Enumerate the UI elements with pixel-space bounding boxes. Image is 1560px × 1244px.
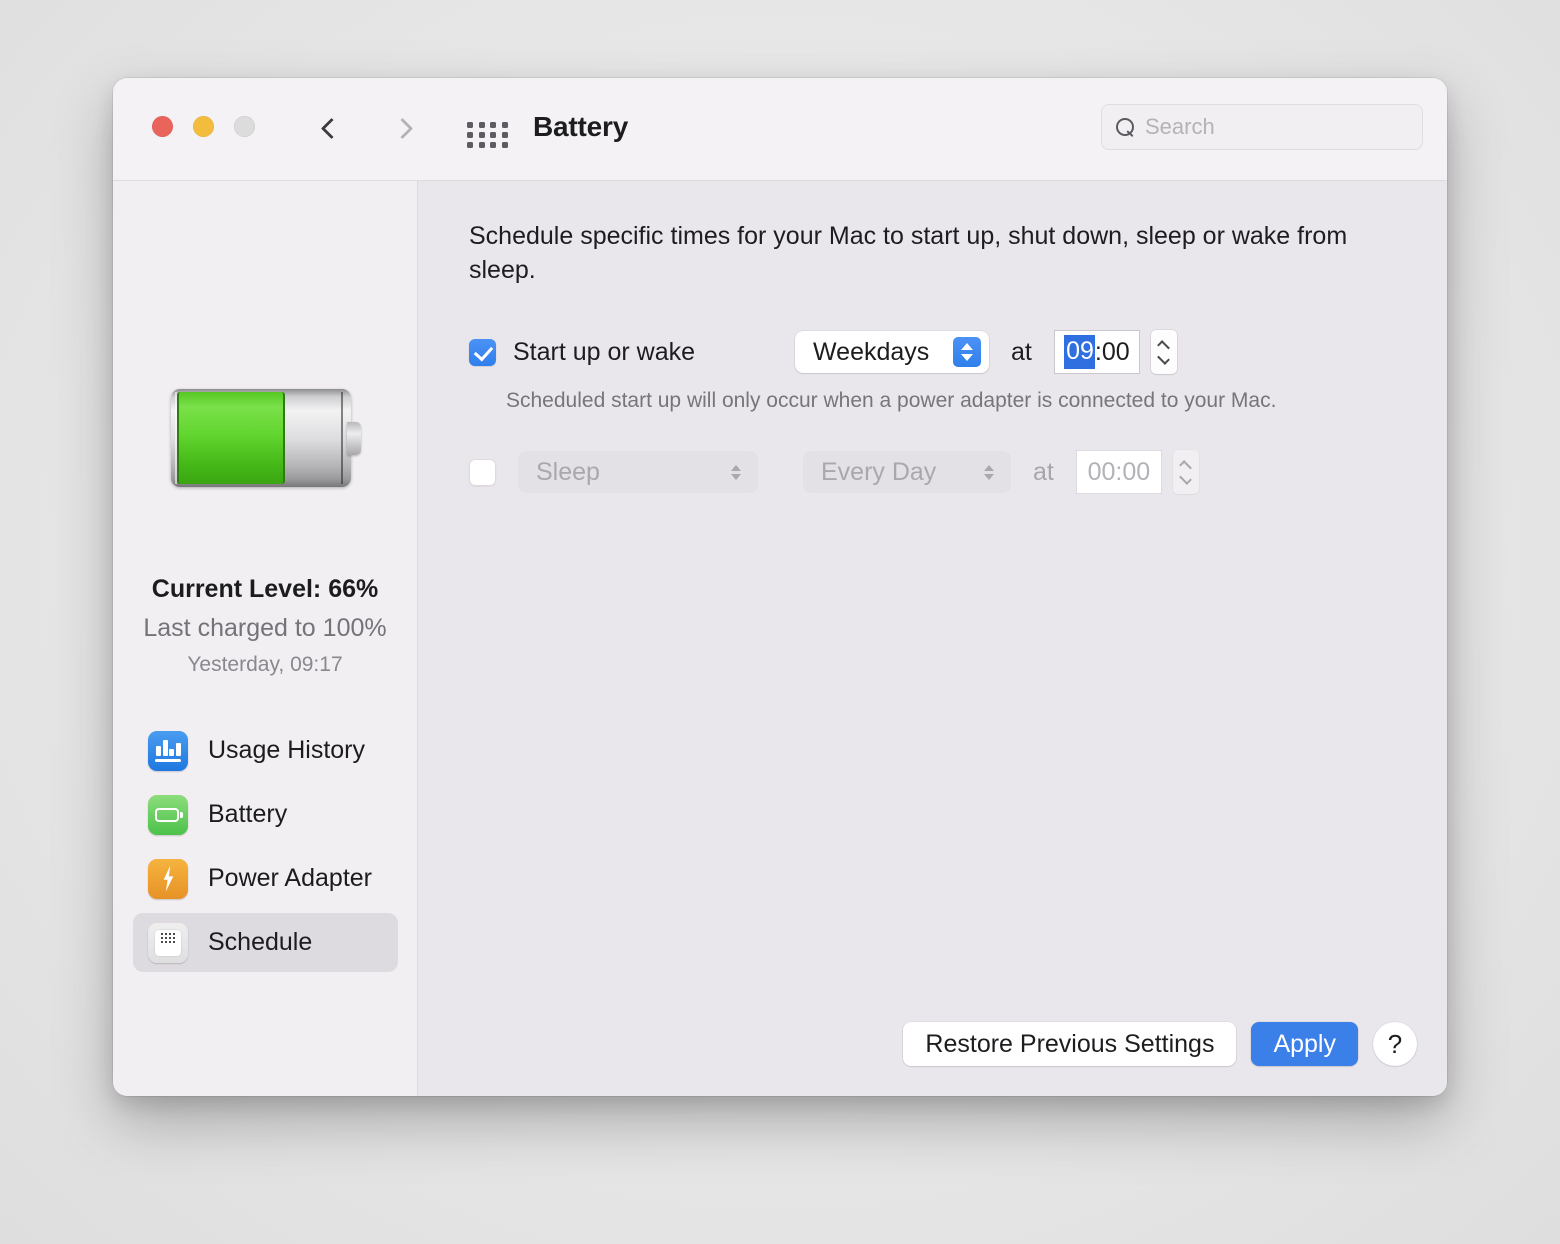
last-charged-time: Yesterday, 09:17 [113,653,417,677]
startup-hint-text: Scheduled start up will only occur when … [506,389,1276,413]
footer-actions: Restore Previous Settings Apply ? [903,1022,1417,1066]
startup-label: Start up or wake [513,338,695,367]
battery-icon [148,795,188,835]
chevron-left-icon [321,117,342,138]
forward-button[interactable] [385,106,425,150]
startup-time-stepper[interactable] [1151,330,1177,374]
sleep-time-stepper[interactable] [1173,450,1199,494]
help-button[interactable]: ? [1373,1022,1417,1066]
sleep-time-hours: 00 [1088,458,1116,487]
startup-at-label: at [1011,338,1032,367]
sidebar-item-label: Battery [208,800,287,829]
startup-day-popup[interactable]: Weekdays [795,331,989,373]
apply-button[interactable]: Apply [1251,1022,1358,1066]
sleep-time-separator: : [1115,458,1122,487]
startup-time-minutes[interactable]: 00 [1102,338,1130,367]
bolt-icon [148,859,188,899]
window-body: Current Level: 66% Last charged to 100% … [113,181,1447,1096]
traffic-lights [152,116,255,137]
battery-illustration-fill [177,392,285,484]
sidebar-item-label: Power Adapter [208,864,372,893]
sidebar-item-power-adapter[interactable]: Power Adapter [133,849,398,908]
startup-schedule-row: Start up or wake Weekdays at 09:00 [469,329,1177,375]
stepper-down-icon[interactable] [1179,472,1192,485]
battery-illustration-highlight [175,392,177,484]
sleep-day-popup[interactable]: Every Day [803,451,1011,493]
stepper-down-icon[interactable] [1158,352,1171,365]
sleep-time-minutes: 00 [1122,458,1150,487]
battery-illustration-cap [347,422,361,455]
battery-illustration [171,389,361,487]
chevron-updown-icon [953,337,981,367]
zoom-button[interactable] [234,116,255,137]
window-titlebar: Battery [113,78,1447,181]
calendar-icon [148,923,188,963]
sidebar-item-label: Usage History [208,736,365,765]
back-button[interactable] [309,106,349,150]
sidebar-item-schedule[interactable]: Schedule [133,913,398,972]
chevron-right-icon [392,117,413,138]
battery-illustration-body [171,389,351,487]
sleep-schedule-row: Sleep Every Day at 00:00 [469,449,1199,495]
chevron-updown-icon [722,457,750,487]
startup-time-hours[interactable]: 09 [1064,335,1095,369]
sleep-action-value: Sleep [536,458,600,487]
sleep-time-field[interactable]: 00:00 [1076,450,1162,494]
sidebar-item-usage-history[interactable]: Usage History [133,721,398,780]
search-icon [1116,118,1135,137]
sleep-checkbox[interactable] [469,459,496,486]
startup-checkbox[interactable] [469,339,496,366]
startup-time-separator: : [1095,338,1102,367]
content-pane: Schedule specific times for your Mac to … [418,181,1447,1096]
stepper-up-icon[interactable] [1179,460,1192,473]
system-preferences-window: Battery Current Level: 66% Last charged … [113,78,1447,1096]
last-charged-text: Last charged to 100% [113,614,417,643]
sleep-action-popup[interactable]: Sleep [518,451,758,493]
stepper-up-icon[interactable] [1158,340,1171,353]
startup-day-value: Weekdays [813,338,929,367]
sleep-at-label: at [1033,458,1054,487]
intro-text: Schedule specific times for your Mac to … [469,219,1384,287]
sidebar: Current Level: 66% Last charged to 100% … [113,181,418,1096]
sidebar-item-battery[interactable]: Battery [133,785,398,844]
show-all-grid-icon[interactable] [467,122,509,148]
current-level-text: Current Level: 66% [113,575,417,604]
chevron-updown-icon [975,457,1003,487]
restore-previous-settings-button[interactable]: Restore Previous Settings [903,1022,1236,1066]
battery-illustration-edge [341,392,343,484]
search-input[interactable] [1145,114,1408,140]
search-field[interactable] [1101,104,1423,150]
close-button[interactable] [152,116,173,137]
startup-time-field[interactable]: 09:00 [1054,330,1140,374]
sidebar-item-label: Schedule [208,928,312,957]
page-title: Battery [533,111,628,143]
minimize-button[interactable] [193,116,214,137]
sleep-day-value: Every Day [821,458,936,487]
sidebar-nav: Usage History Battery Power Adapter [133,721,398,977]
bar-chart-icon [148,731,188,771]
